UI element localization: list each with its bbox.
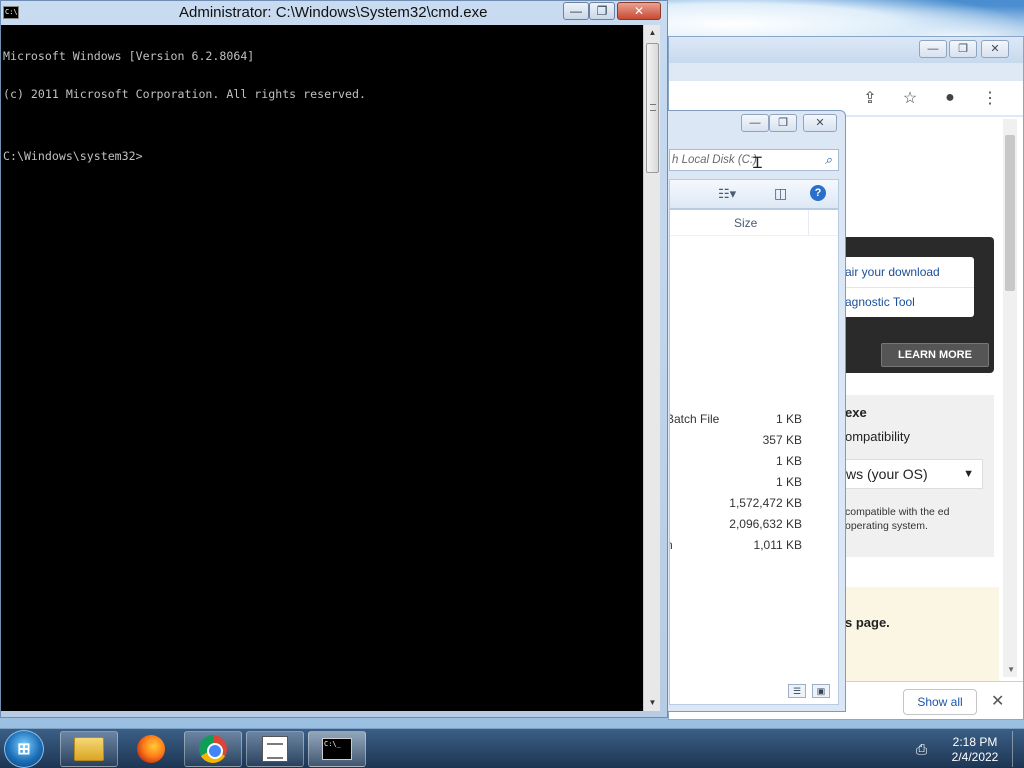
file-row[interactable]: 1 KB <box>670 452 838 472</box>
cmd-titlebar[interactable]: C:\ Administrator: C:\Windows\System32\c… <box>1 1 667 25</box>
share-icon[interactable]: ⇪ <box>859 88 881 108</box>
taskbar-cmd-button[interactable]: C:\_ <box>308 731 366 767</box>
console-line: (c) 2011 Microsoft Corporation. All righ… <box>3 86 366 101</box>
os-select[interactable]: ws (your OS) ▼ <box>839 459 983 489</box>
file-size: 1,011 KB <box>753 538 802 552</box>
file-name: n <box>670 538 673 552</box>
network-icon[interactable]: ⎙ <box>916 741 927 758</box>
cmd-window[interactable]: C:\ Administrator: C:\Windows\System32\c… <box>0 0 668 718</box>
grip-icon <box>650 104 656 111</box>
column-header: Size <box>670 210 838 236</box>
file-row[interactable]: 1,572,472 KB <box>670 494 838 514</box>
diagnostic-tool-link[interactable]: agnostic Tool <box>845 295 915 309</box>
column-size-header[interactable]: Size <box>734 216 757 230</box>
explorer-command-bar: ☷▾ ◫ ? <box>669 179 839 209</box>
thumbnails-view-icon[interactable]: ▣ <box>812 684 830 698</box>
explorer-minimize-button[interactable]: — <box>741 114 769 132</box>
cmd-scrollbar[interactable]: ▲ ▼ <box>643 25 660 711</box>
view-options-icon[interactable]: ☷▾ <box>718 186 736 202</box>
taskbar-firefox-button[interactable] <box>122 731 180 767</box>
repair-download-link[interactable]: air your download <box>845 265 940 279</box>
file-row[interactable]: n 1,011 KB <box>670 536 838 556</box>
file-size: 1 KB <box>775 412 802 426</box>
console-output[interactable]: Microsoft Windows [Version 6.2.8064] (c)… <box>1 25 643 711</box>
view-switcher: ☰ ▣ <box>788 684 830 698</box>
preview-pane-icon[interactable]: ◫ <box>774 185 787 202</box>
file-row[interactable]: 1 KB <box>670 473 838 493</box>
explorer-window[interactable]: — ❐ ✕ h Local Disk (C:) ⌕ Ɪ ☷▾ ◫ ? Size … <box>640 110 846 712</box>
file-row[interactable]: Batch File 1 KB <box>669 410 838 430</box>
column-divider[interactable] <box>808 210 809 236</box>
console-line: Microsoft Windows [Version 6.2.8064] <box>3 49 255 63</box>
notice-text: s page. <box>845 615 890 630</box>
scroll-down-arrow-icon[interactable]: ▼ <box>1007 665 1015 674</box>
search-placeholder: h Local Disk (C:) <box>672 154 757 166</box>
chrome-maximize-button[interactable]: ❐ <box>949 40 977 58</box>
compatibility-subheading: ompatibility <box>845 429 911 444</box>
cmd-minimize-button[interactable]: — <box>563 2 589 20</box>
taskbar-chrome-button[interactable] <box>184 731 242 767</box>
close-download-bar-icon[interactable]: ✕ <box>991 691 1004 711</box>
details-view-icon[interactable]: ☰ <box>788 684 806 698</box>
profile-avatar-icon[interactable]: ● <box>939 89 961 107</box>
system-tray: ⎙ 2:18 PM 2/4/2022 <box>910 731 1024 767</box>
firefox-icon <box>137 735 165 763</box>
card-divider <box>839 287 974 288</box>
cmd-maximize-button[interactable]: ❐ <box>589 2 615 20</box>
folder-icon <box>74 737 104 761</box>
show-desktop-button[interactable] <box>1012 731 1024 767</box>
taskbar-explorer-button[interactable] <box>60 731 118 767</box>
cmd-scrollbar-thumb[interactable] <box>646 43 659 173</box>
start-button[interactable]: ⊞ <box>4 730 44 768</box>
text-cursor-icon: Ɪ <box>753 155 762 172</box>
scroll-down-arrow-icon[interactable]: ▼ <box>644 695 661 711</box>
chrome-scrollbar-thumb[interactable] <box>1005 135 1015 291</box>
chrome-icon <box>199 735 227 763</box>
search-icon[interactable]: ⌕ <box>825 152 832 168</box>
cmd-window-title: Administrator: C:\Windows\System32\cmd.e… <box>179 4 488 21</box>
os-select-value: ws (your OS) <box>846 466 928 482</box>
cmd-icon: C:\_ <box>322 738 352 760</box>
cmd-icon[interactable]: C:\ <box>3 6 19 19</box>
notice-box <box>839 587 999 681</box>
chrome-close-button[interactable]: ✕ <box>981 40 1009 58</box>
chrome-minimize-button[interactable]: — <box>919 40 947 58</box>
bookmark-star-icon[interactable]: ☆ <box>899 88 921 108</box>
file-size: 1 KB <box>775 454 802 468</box>
file-heading: exe <box>845 405 867 420</box>
show-all-button[interactable]: Show all <box>903 689 977 715</box>
help-icon[interactable]: ? <box>810 185 826 201</box>
notepad-icon <box>262 736 288 762</box>
taskbar: ⊞ C:\_ ⎙ 2:18 PM 2/4/2022 <box>0 728 1024 768</box>
explorer-close-button[interactable]: ✕ <box>803 114 837 132</box>
compatibility-note: compatible with the ed operating system. <box>845 506 950 532</box>
file-size: 1,572,472 KB <box>729 496 802 510</box>
file-size: 2,096,632 KB <box>729 517 802 531</box>
taskbar-notepad-button[interactable] <box>246 731 304 767</box>
menu-dots-icon[interactable]: ⋮ <box>979 88 1001 108</box>
explorer-maximize-button[interactable]: ❐ <box>769 114 797 132</box>
clock-date: 2/4/2022 <box>951 750 999 764</box>
file-row[interactable]: 357 KB <box>670 431 838 451</box>
file-list: Size Batch File 1 KB 357 KB 1 KB 1 KB 1,… <box>669 209 839 705</box>
file-row[interactable]: 2,096,632 KB <box>670 515 838 535</box>
scroll-up-arrow-icon[interactable]: ▲ <box>644 25 661 41</box>
chrome-titlebar[interactable]: — ❐ ✕ <box>669 37 1023 63</box>
cmd-close-button[interactable]: ✕ <box>617 2 661 20</box>
learn-more-button[interactable]: LEARN MORE <box>881 343 989 367</box>
clock[interactable]: 2:18 PM 2/4/2022 <box>940 735 1010 765</box>
file-size: 357 KB <box>762 433 802 447</box>
console-prompt[interactable]: C:\Windows\system32> <box>3 150 643 163</box>
caret-down-icon: ▼ <box>963 468 974 480</box>
file-size: 1 KB <box>775 475 802 489</box>
file-name: Batch File <box>669 412 720 426</box>
clock-time: 2:18 PM <box>952 735 998 749</box>
